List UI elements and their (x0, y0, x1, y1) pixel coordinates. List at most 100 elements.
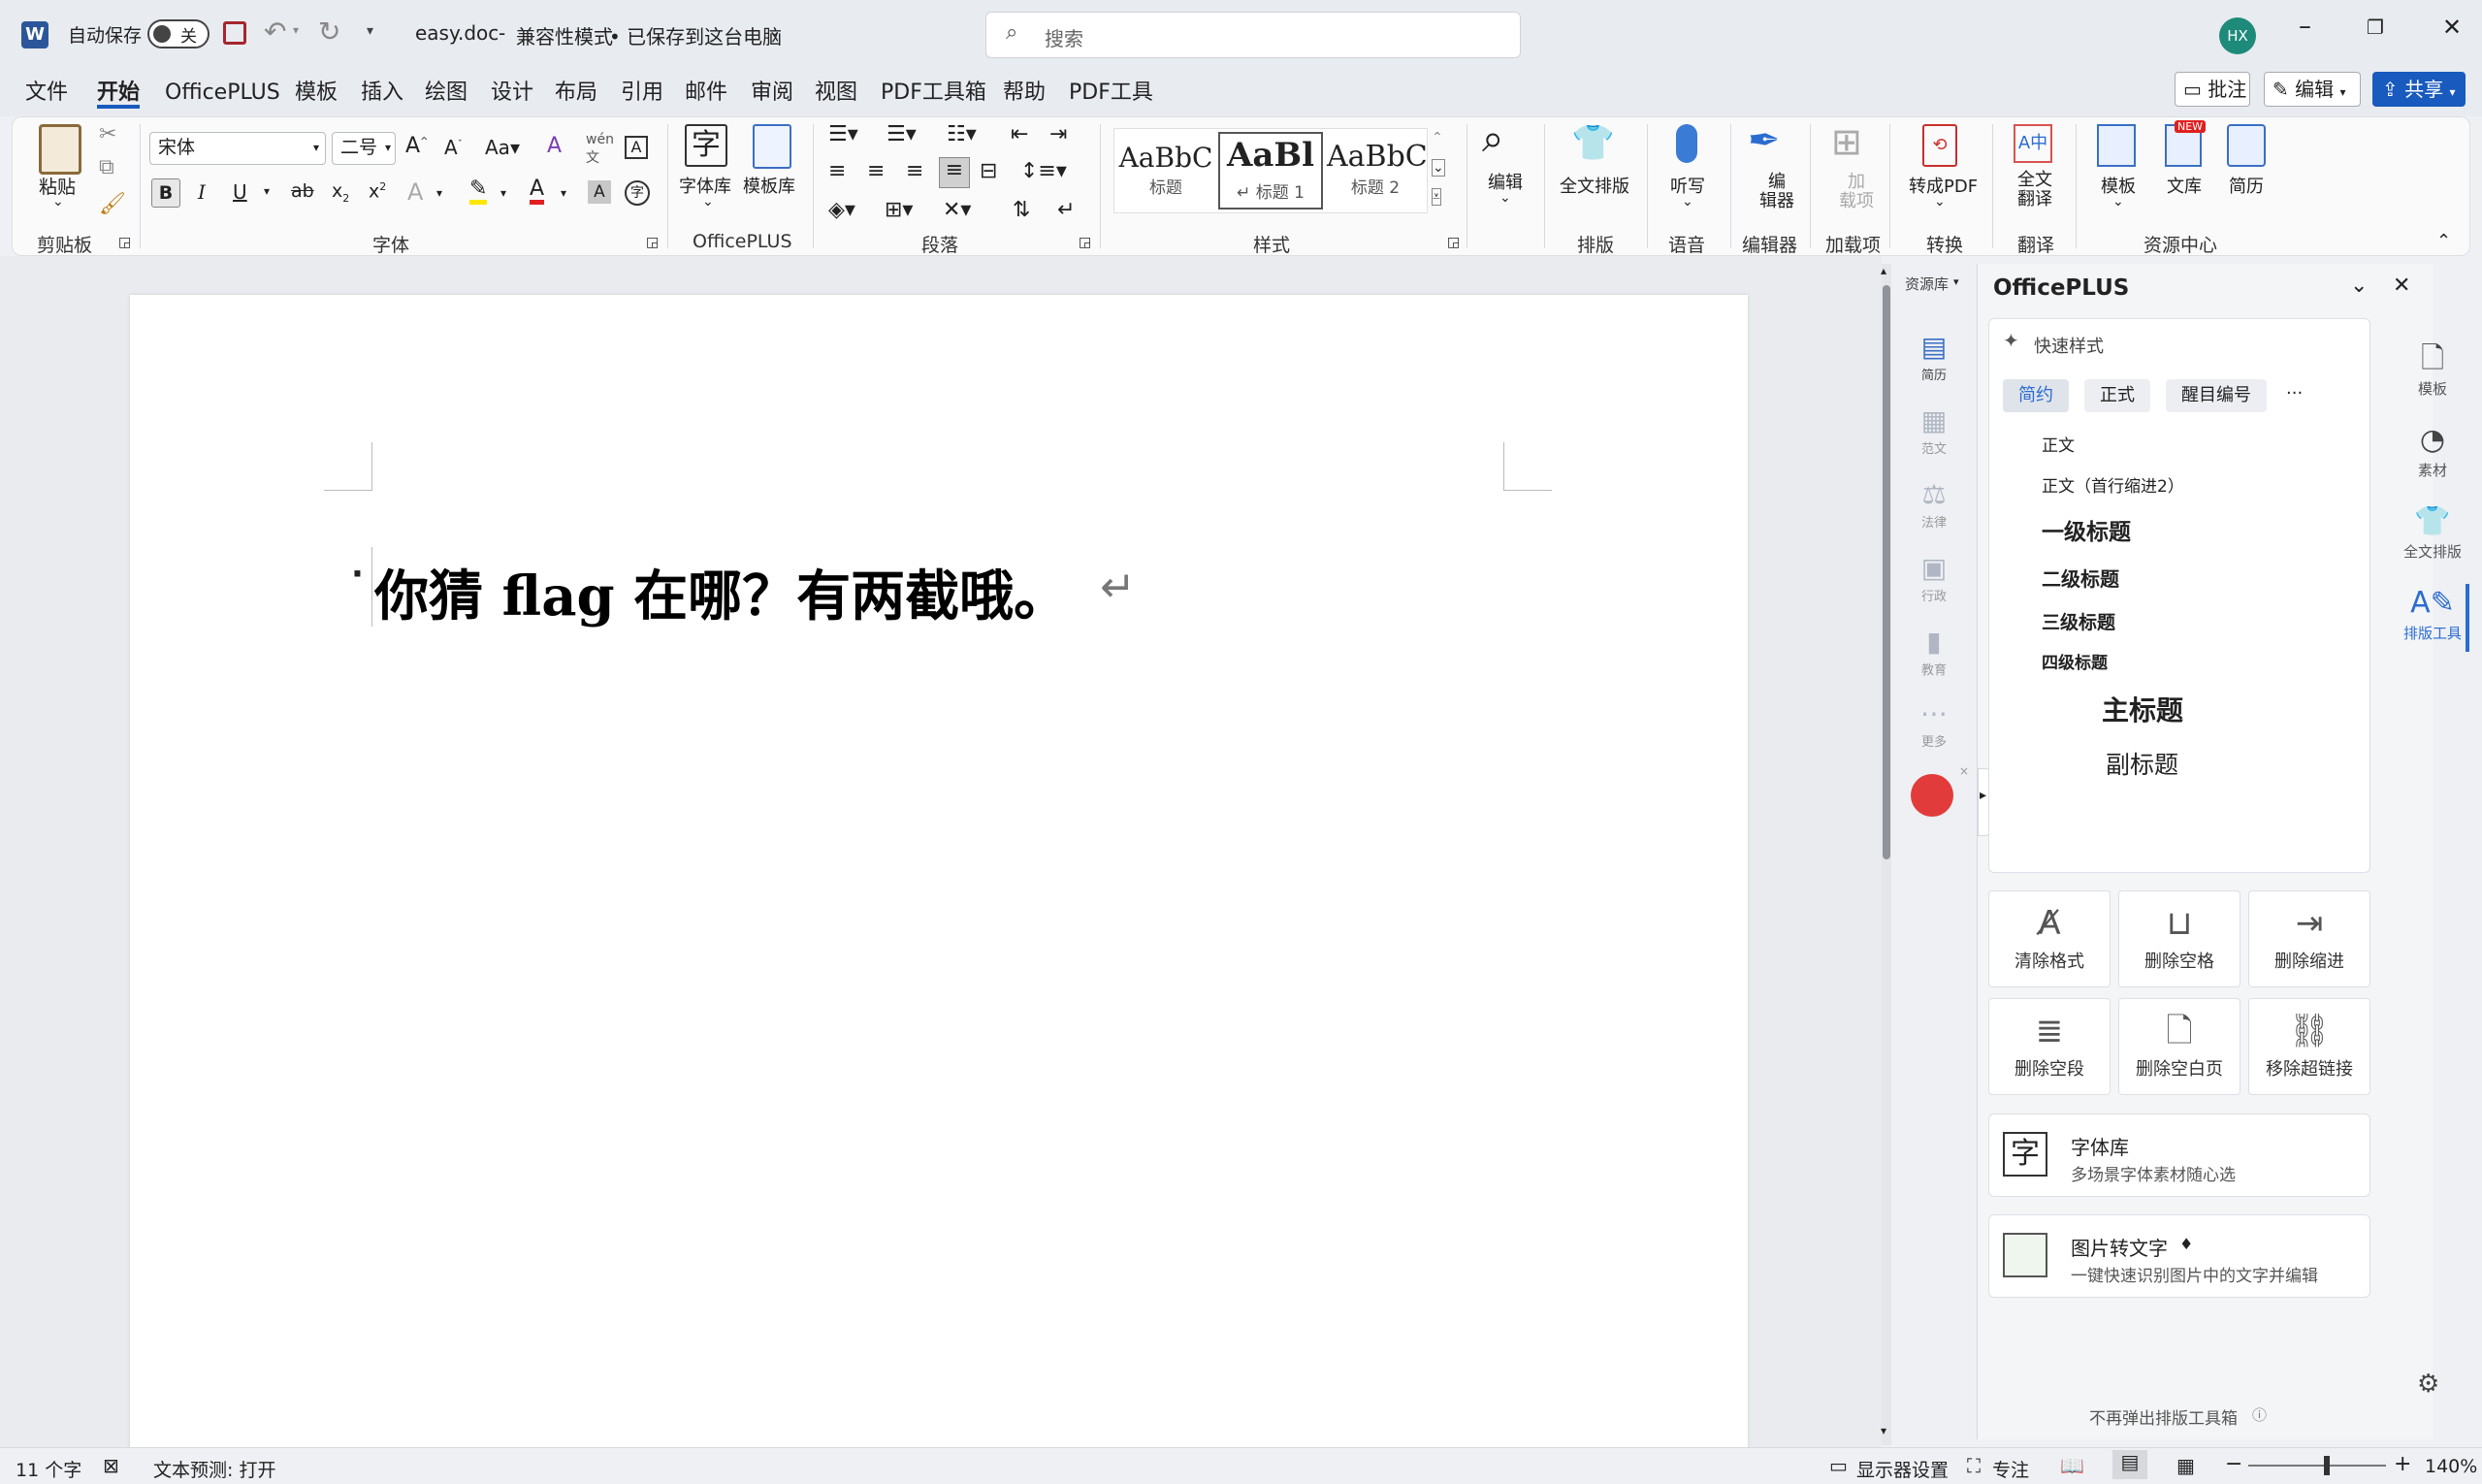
tab-draw[interactable]: 绘图 (425, 78, 467, 109)
delete-empty-paragraph-tool[interactable]: ≣ 删除空段 (1988, 998, 2111, 1095)
tab-home[interactable]: 开始 (97, 78, 141, 109)
tab-design[interactable]: 设计 (491, 78, 533, 109)
save-status-chevron-icon[interactable]: ⌄ (768, 21, 781, 40)
highlight-icon[interactable]: ✎ (469, 178, 488, 205)
info-icon[interactable]: ⓘ (2252, 1404, 2267, 1425)
strip-item-resume[interactable]: ▤ 简历 (1903, 330, 1965, 383)
format-painter-icon[interactable]: 🖌 (99, 192, 126, 216)
dont-show-again-link[interactable]: 不再弹出排版工具箱 (2089, 1404, 2238, 1429)
proofing-icon[interactable]: ⊠ (103, 1454, 119, 1477)
rail-item-template[interactable]: 🗋 模板 (2392, 339, 2473, 399)
styles-scroll-up-icon[interactable]: ⌃ (1432, 130, 1443, 145)
addins-label[interactable]: 加载项 (1839, 173, 1874, 211)
dictate-dropdown-icon[interactable]: ⌄ (1682, 194, 1693, 210)
redo-icon[interactable]: ↻ (318, 16, 340, 48)
character-border-icon[interactable]: A (625, 136, 648, 159)
quick-style-h1[interactable]: 一级标题 (2042, 513, 2131, 546)
paragraph-launcher-icon[interactable]: ◲ (1079, 235, 1091, 250)
print-layout-icon[interactable]: ▤ (2112, 1450, 2147, 1479)
font-launcher-icon[interactable]: ◲ (646, 235, 659, 250)
strip-item-more[interactable]: ⋯ 更多 (1903, 696, 1965, 750)
search-box[interactable]: ⌕ 搜索 (985, 12, 1521, 58)
edit-dropdown-icon[interactable]: ⌄ (1499, 190, 1511, 206)
library-label[interactable]: 文库 (2167, 173, 2202, 198)
text-effects-icon[interactable]: A (407, 178, 423, 206)
character-shading-icon[interactable]: A (588, 180, 611, 204)
share-button[interactable]: ⇪ 共享 ▾ (2372, 72, 2466, 107)
quick-style-h2[interactable]: 二级标题 (2042, 564, 2119, 592)
gift-icon[interactable] (1911, 774, 1953, 817)
style-heading[interactable]: AaBbC 标题 (1117, 132, 1214, 210)
avatar[interactable]: HX (2219, 17, 2256, 54)
style-tabs-more-icon[interactable]: ··· (2286, 383, 2303, 403)
tab-mailings[interactable]: 邮件 (685, 78, 727, 109)
tab-file[interactable]: 文件 (25, 78, 68, 109)
font-color-icon[interactable]: A (530, 178, 545, 205)
panel-options-chevron-icon[interactable]: ⌄ (2350, 274, 2368, 298)
image-to-text-card[interactable]: 图片转文字 ♦ 一键快速识别图片中的文字并编辑 (1988, 1214, 2370, 1298)
font-name-select[interactable]: 宋体 ▾ (149, 132, 326, 165)
grow-font-icon[interactable]: A^ (405, 134, 428, 158)
gift-close-icon[interactable]: × (1959, 764, 1969, 778)
to-pdf-dropdown-icon[interactable]: ⌄ (1934, 194, 1946, 210)
decrease-indent-icon[interactable]: ⇤ (1011, 122, 1028, 146)
text-effects-dropdown-icon[interactable]: ▾ (436, 186, 442, 200)
style-heading-1[interactable]: AaBl ↵ 标题 1 (1218, 132, 1323, 210)
comment-button[interactable]: ▭ 批注 (2175, 72, 2250, 107)
enclose-character-icon[interactable]: 字 (625, 180, 650, 206)
italic-button[interactable]: I (198, 180, 206, 204)
to-pdf-icon[interactable]: ⟲ (1922, 124, 1957, 167)
collapse-ribbon-icon[interactable]: ⌃ (2436, 231, 2451, 251)
read-mode-icon[interactable]: 📖 (2060, 1454, 2084, 1477)
subscript-button[interactable]: x2 (332, 180, 349, 205)
text-predictions-status[interactable]: 文本预测: 打开 (153, 1456, 275, 1482)
numbering-icon[interactable]: ☰▾ (886, 122, 917, 146)
tab-help[interactable]: 帮助 (1003, 78, 1046, 109)
tab-insert[interactable]: 插入 (361, 78, 403, 109)
template-dropdown-icon[interactable]: ⌄ (2112, 194, 2124, 210)
font-size-select[interactable]: 二号 ▾ (332, 132, 396, 165)
quick-style-main-title[interactable]: 主标题 (2102, 690, 2183, 728)
word-count[interactable]: 11 个字 (16, 1456, 81, 1482)
full-layout-label[interactable]: 全文排版 (1560, 173, 1629, 198)
rail-item-assets[interactable]: ◔ 素材 (2392, 421, 2473, 480)
align-right-icon[interactable]: ≡ (906, 159, 923, 183)
show-marks-icon[interactable]: ↵ (1057, 198, 1075, 222)
paste-icon[interactable] (39, 124, 81, 175)
clear-formatting-icon[interactable]: A (547, 134, 562, 158)
strikethrough-button[interactable]: ab (291, 180, 314, 202)
tab-layout[interactable]: 布局 (555, 78, 597, 109)
distributed-icon[interactable]: ⊟ (980, 159, 997, 183)
editor-icon[interactable]: ✒ (1748, 118, 1781, 163)
underline-dropdown-icon[interactable]: ▾ (264, 184, 270, 198)
font-color-dropdown-icon[interactable]: ▾ (561, 186, 566, 200)
remove-hyperlink-tool[interactable]: ⛓ 移除超链接 (2248, 998, 2370, 1095)
quick-style-h3[interactable]: 三级标题 (2042, 608, 2115, 634)
font-library-icon[interactable]: 字 (685, 124, 727, 167)
bold-button[interactable]: B (151, 178, 180, 208)
scroll-down-icon[interactable]: ▾ (1881, 1424, 1886, 1437)
panel-close-icon[interactable]: ✕ (2393, 274, 2410, 298)
find-icon[interactable]: ⌕ (1482, 116, 1503, 161)
rail-item-layout-tools[interactable]: A✎ 排版工具 (2392, 584, 2473, 643)
minimize-icon[interactable]: – (2299, 12, 2311, 41)
translate-label[interactable]: 全文 翻译 (2017, 171, 2052, 210)
underline-button[interactable]: U (233, 180, 247, 204)
document-page[interactable]: · 你猜 flag 在哪？有两截哦。 ↵ (130, 295, 1748, 1449)
microphone-icon[interactable] (1676, 124, 1697, 163)
focus-label[interactable]: 专注 (1992, 1456, 2029, 1482)
style-tab-numbered[interactable]: 醒目编号 (2166, 379, 2267, 412)
delete-blank-page-tool[interactable]: 🗋 删除空白页 (2118, 998, 2240, 1095)
resource-strip-header[interactable]: 资源库 (1905, 274, 1949, 294)
resume-label[interactable]: 简历 (2229, 173, 2264, 198)
clear-format-tool[interactable]: A̸ 清除格式 (1988, 890, 2111, 987)
zoom-in-icon[interactable]: + (2394, 1452, 2411, 1476)
tab-template[interactable]: 模板 (295, 78, 338, 109)
align-center-icon[interactable]: ≡ (867, 159, 885, 183)
autosave-toggle[interactable]: 关 (147, 19, 210, 48)
font-library-card[interactable]: 字 字体库 多场景字体素材随心选 (1988, 1113, 2370, 1197)
strip-item-law[interactable]: ⚖ 法律 (1903, 477, 1965, 531)
quick-style-h4[interactable]: 四级标题 (2042, 649, 2108, 673)
change-case-icon[interactable]: Aa▾ (485, 136, 520, 159)
chinese-layout-icon[interactable]: ✕▾ (943, 198, 971, 222)
